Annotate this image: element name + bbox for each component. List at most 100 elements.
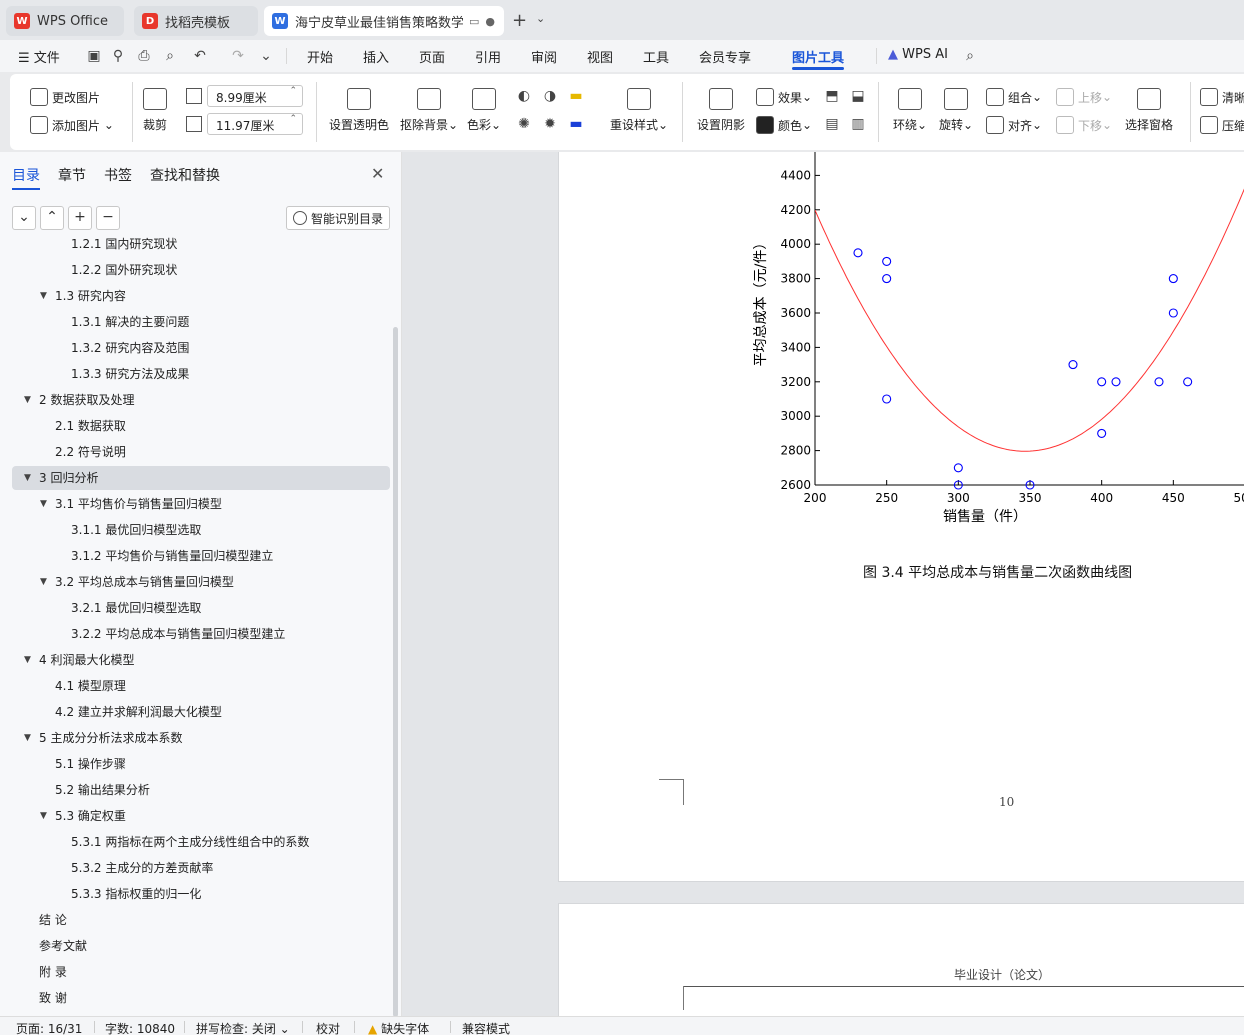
toc-item[interactable]: 5.3.1 两指标在两个主成分线性组合中的系数: [12, 830, 390, 854]
contrast-down-icon[interactable]: ✹: [542, 116, 558, 132]
toc-item[interactable]: 1.3.2 研究内容及范围: [12, 336, 390, 360]
toc-item[interactable]: 参考文献: [12, 934, 390, 958]
wps-ai-button[interactable]: ▲ WPS AI: [888, 47, 948, 62]
clarity-button[interactable]: 清晰: [1200, 88, 1244, 106]
menu-reference[interactable]: 引用: [475, 47, 501, 66]
toc-item[interactable]: ▼ 4 利润最大化模型: [12, 648, 390, 672]
compress-button[interactable]: 压缩: [1200, 116, 1244, 134]
group-button[interactable]: 组合 ⌄: [986, 88, 1042, 106]
toc-item[interactable]: 3.1.1 最优回归模型选取: [12, 518, 390, 542]
expand-all-icon[interactable]: ⌄: [12, 206, 36, 230]
picture-position-icon[interactable]: ▥: [850, 116, 866, 132]
contrast-up-icon[interactable]: ◑: [542, 88, 558, 104]
menu-member[interactable]: 会员专享: [699, 47, 751, 66]
print-preview-icon[interactable]: ⌕: [162, 48, 178, 64]
sidebar-scrollbar[interactable]: [393, 327, 398, 1017]
collapse-arrow-icon[interactable]: ▼: [40, 284, 47, 308]
data-point[interactable]: [953, 463, 963, 473]
remove-heading-icon[interactable]: −: [96, 206, 120, 230]
collapse-all-icon[interactable]: ⌃: [40, 206, 64, 230]
toc-item[interactable]: 5.3.2 主成分的方差贡献率: [12, 856, 390, 880]
brightness-up-icon[interactable]: ◐: [516, 88, 532, 104]
toc-item[interactable]: 2.2 符号说明: [12, 440, 390, 464]
toc-item[interactable]: 4.2 建立并求解利润最大化模型: [12, 700, 390, 724]
toc-item[interactable]: ▼ 5.3 确定权重: [12, 804, 390, 828]
set-transparent-button[interactable]: 设置透明色: [324, 88, 394, 133]
brightness-down-icon[interactable]: ✺: [516, 116, 532, 132]
height-input[interactable]: 11.97厘米: [207, 113, 303, 135]
missing-font-button[interactable]: ▲ 缺失字体: [368, 1020, 429, 1035]
collapse-arrow-icon[interactable]: ▼: [24, 466, 31, 490]
tab-bookmarks[interactable]: 书签: [104, 165, 132, 185]
toc-item[interactable]: 结 论: [12, 908, 390, 932]
move-up-button[interactable]: 上移 ⌄: [1056, 88, 1112, 106]
width-input[interactable]: 8.99厘米: [207, 85, 303, 107]
new-tab-icon[interactable]: +: [512, 10, 527, 31]
toc-item[interactable]: 2.1 数据获取: [12, 414, 390, 438]
menu-start[interactable]: 开始: [307, 47, 333, 66]
collapse-arrow-icon[interactable]: ▼: [40, 570, 47, 594]
chevron-down-icon[interactable]: ⌄: [536, 12, 545, 25]
menu-view[interactable]: 视图: [587, 47, 613, 66]
collapse-arrow-icon[interactable]: ▼: [24, 388, 31, 412]
move-down-button[interactable]: 下移 ⌄: [1056, 116, 1112, 134]
bring-forward-icon[interactable]: ⬒: [824, 88, 840, 104]
data-point[interactable]: [1111, 377, 1121, 387]
change-image-button[interactable]: 更改图片: [30, 88, 100, 106]
add-image-button[interactable]: 添加图片 ⌄: [30, 116, 114, 134]
effects-button[interactable]: 效果 ⌄: [756, 88, 812, 106]
data-point[interactable]: [1183, 377, 1193, 387]
undo-icon[interactable]: ↶: [192, 48, 208, 64]
menu-review[interactable]: 审阅: [531, 47, 557, 66]
tab-toc[interactable]: 目录: [12, 165, 40, 185]
collapse-arrow-icon[interactable]: ▼: [24, 726, 31, 750]
reset-style-button[interactable]: 重设样式⌄: [604, 88, 674, 133]
toc-item[interactable]: 4.1 模型原理: [12, 674, 390, 698]
toc-item[interactable]: ▼ 5 主成分分析法求成本系数: [12, 726, 390, 750]
toc-item[interactable]: ▼ 3.2 平均总成本与销售量回归模型: [12, 570, 390, 594]
toc-item[interactable]: ▼ 1.3 研究内容: [12, 284, 390, 308]
smart-toc-button[interactable]: 智能识别目录: [286, 206, 390, 230]
collapse-arrow-icon[interactable]: ▼: [40, 804, 47, 828]
share-icon[interactable]: ⚲: [110, 48, 126, 64]
data-point[interactable]: [882, 274, 892, 284]
toc-item[interactable]: 3.1.2 平均售价与销售量回归模型建立: [12, 544, 390, 568]
word-count[interactable]: 字数: 10840: [105, 1020, 175, 1035]
save-icon[interactable]: ▣: [86, 48, 102, 64]
toc-item[interactable]: 5.3.3 指标权重的归一化: [12, 882, 390, 906]
tab-sections[interactable]: 章节: [58, 165, 86, 185]
collapse-arrow-icon[interactable]: ▼: [40, 492, 47, 516]
toc-item[interactable]: 3.2.1 最优回归模型选取: [12, 596, 390, 620]
close-icon[interactable]: ✕: [371, 164, 384, 183]
toc-item[interactable]: 5.2 输出结果分析: [12, 778, 390, 802]
tab-find-replace[interactable]: 查找和替换: [150, 165, 220, 185]
more-chevron-icon[interactable]: ⌄: [258, 48, 274, 64]
highlight-color-icon[interactable]: ▬: [568, 88, 584, 104]
scatter-chart[interactable]: 2600 2800 3000 3200 3400 3600 3800 4000 4200 4400…: [753, 152, 1244, 528]
unsaved-dot-icon[interactable]: ●: [485, 15, 495, 28]
data-point[interactable]: [1168, 308, 1178, 318]
toc-item[interactable]: 1.3.1 解决的主要问题: [12, 310, 390, 334]
tab-docer-templates[interactable]: D 找稻壳模板: [134, 6, 258, 36]
search-icon[interactable]: ⌕: [962, 48, 978, 64]
toc-item[interactable]: 1.2.2 国外研究现状: [12, 258, 390, 282]
toc-item[interactable]: ▼ 3 回归分析: [12, 466, 390, 490]
align-button[interactable]: 对齐 ⌄: [986, 116, 1042, 134]
rotate-button[interactable]: 旋转⌄: [928, 88, 984, 133]
spell-check-toggle[interactable]: 拼写检查: 关闭 ⌄: [196, 1020, 290, 1035]
menu-tools[interactable]: 工具: [643, 47, 669, 66]
toc-item[interactable]: 附 录: [12, 960, 390, 984]
fill-color-button[interactable]: 颜色 ⌄: [756, 116, 812, 134]
menu-picture-tools[interactable]: 图片工具: [792, 47, 844, 66]
print-icon[interactable]: ⎙: [136, 48, 152, 64]
crop-button[interactable]: 裁剪: [120, 88, 190, 133]
data-point[interactable]: [882, 256, 892, 266]
data-point[interactable]: [1097, 428, 1107, 438]
redo-icon[interactable]: ↷: [230, 48, 246, 64]
toc-item[interactable]: ▼ 2 数据获取及处理: [12, 388, 390, 412]
toc-item[interactable]: 3.2.2 平均总成本与销售量回归模型建立: [12, 622, 390, 646]
data-point[interactable]: [882, 394, 892, 404]
data-point[interactable]: [1097, 377, 1107, 387]
set-shadow-button[interactable]: 设置阴影: [686, 88, 756, 133]
data-point[interactable]: [853, 248, 863, 258]
